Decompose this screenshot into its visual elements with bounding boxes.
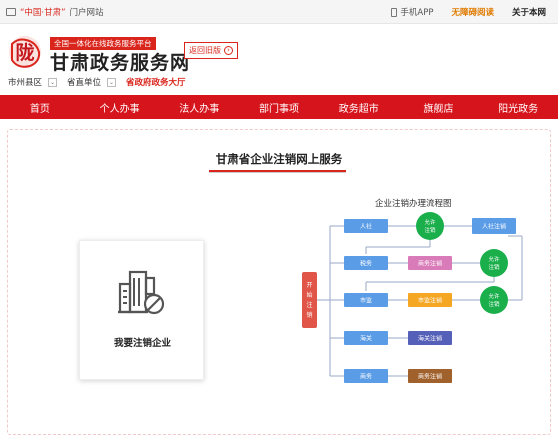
old-version-button[interactable]: 返回旧版 › (184, 42, 238, 59)
page-title: 甘肃省企业注销网上服务 (215, 152, 343, 166)
allow-circle-3-line2: 注销 (488, 300, 500, 308)
flow-box-commerce-cancel-label: 商务注销 (418, 260, 442, 268)
flow-box-hr-label: 人社 (360, 223, 372, 231)
flow-box-customs-cancel-label: 海关注销 (418, 335, 442, 343)
nav-sunshine-gov[interactable]: 阳光政务 (478, 95, 558, 119)
start-char-2: 始 (306, 291, 312, 299)
mobile-app-label: 手机APP (400, 8, 434, 18)
allow-circle-2 (480, 249, 508, 277)
nav-personal[interactable]: 个人办事 (80, 95, 160, 119)
chevron-down-icon: ⌄ (107, 77, 117, 87)
cancel-enterprise-card[interactable]: 我要注销企业 (79, 240, 204, 380)
flow-box-commerce-cancel-2-label: 商务注销 (418, 373, 442, 381)
building-cancel-icon (118, 270, 165, 315)
flow-box-market-label: 市监 (360, 297, 372, 305)
old-version-label: 返回旧版 (189, 46, 221, 55)
allow-circle-1-line1: 允许 (424, 218, 436, 226)
allow-circle-2-line1: 允许 (488, 255, 500, 263)
chevron-down-icon: ⌄ (48, 77, 58, 87)
arrow-right-icon: › (224, 46, 233, 55)
cancel-enterprise-label: 我要注销企业 (113, 338, 171, 349)
unit-select-label: 省直单位 (67, 78, 102, 88)
gansu-seal-logo[interactable]: 陇 (6, 34, 44, 70)
phone-icon (391, 7, 398, 17)
cancellation-flow-diagram: 开 始 注 销 人社 税务 市监 海关 商务 商务注销 市监注销 海关注销 商务… (302, 212, 523, 383)
title-underline-shadow (209, 172, 346, 173)
allow-circle-3-line1: 允许 (488, 292, 500, 300)
nav-legal-person[interactable]: 法人办事 (159, 95, 239, 119)
nav-flagship[interactable]: 旗舰店 (399, 95, 479, 119)
flow-box-market-cancel-label: 市监注销 (418, 297, 442, 305)
allow-circle-3 (480, 286, 508, 314)
flow-box-hr-cancel-label: 人社注销 (482, 223, 506, 231)
portal-china-gansu: “中国·甘肃” (20, 8, 66, 18)
site-brand: 甘肃政务服务网 (50, 52, 191, 74)
allow-circle-2-line2: 注销 (488, 263, 500, 271)
top-bar: “中国·甘肃” 门户网站 手机APP 无障碍阅读 关于本网 (0, 0, 558, 24)
flow-box-tax-label: 税务 (360, 260, 372, 268)
region-select-label: 市州县区 (8, 78, 43, 88)
mobile-app-link[interactable]: 手机APP (391, 6, 433, 18)
start-char-3: 注 (306, 301, 312, 309)
nav-home[interactable]: 首页 (0, 95, 80, 119)
nav-gov-market[interactable]: 政务超市 (319, 95, 399, 119)
unit-select[interactable]: 省直单位 ⌄ (67, 76, 117, 88)
page: “中国·甘肃” 门户网站 手机APP 无障碍阅读 关于本网 陇 全国一体化在线政务… (0, 0, 558, 440)
monitor-icon (6, 8, 16, 16)
seal-text: 陇 (15, 41, 34, 64)
allow-circle-1 (416, 212, 444, 240)
portal-link[interactable]: “中国·甘肃” 门户网站 (6, 6, 104, 18)
flow-box-commerce-label: 商务 (360, 373, 372, 381)
accessible-reading-link[interactable]: 无障碍阅读 (451, 6, 494, 18)
start-char-1: 开 (306, 282, 312, 289)
about-link[interactable]: 关于本网 (512, 6, 546, 18)
gov-hall-link[interactable]: 省政府政务大厅 (126, 76, 186, 88)
portal-site-label: 门户网站 (69, 8, 104, 18)
start-box (302, 272, 317, 328)
start-char-4: 销 (306, 311, 312, 319)
allow-circle-1-line2: 注销 (424, 226, 436, 234)
flow-box-customs-label: 海关 (360, 335, 372, 343)
region-select[interactable]: 市州县区 ⌄ (8, 76, 58, 88)
nav-department[interactable]: 部门事项 (239, 95, 319, 119)
main-nav: 首页 个人办事 法人办事 部门事项 政务超市 旗舰店 阳光政务 (0, 95, 558, 119)
